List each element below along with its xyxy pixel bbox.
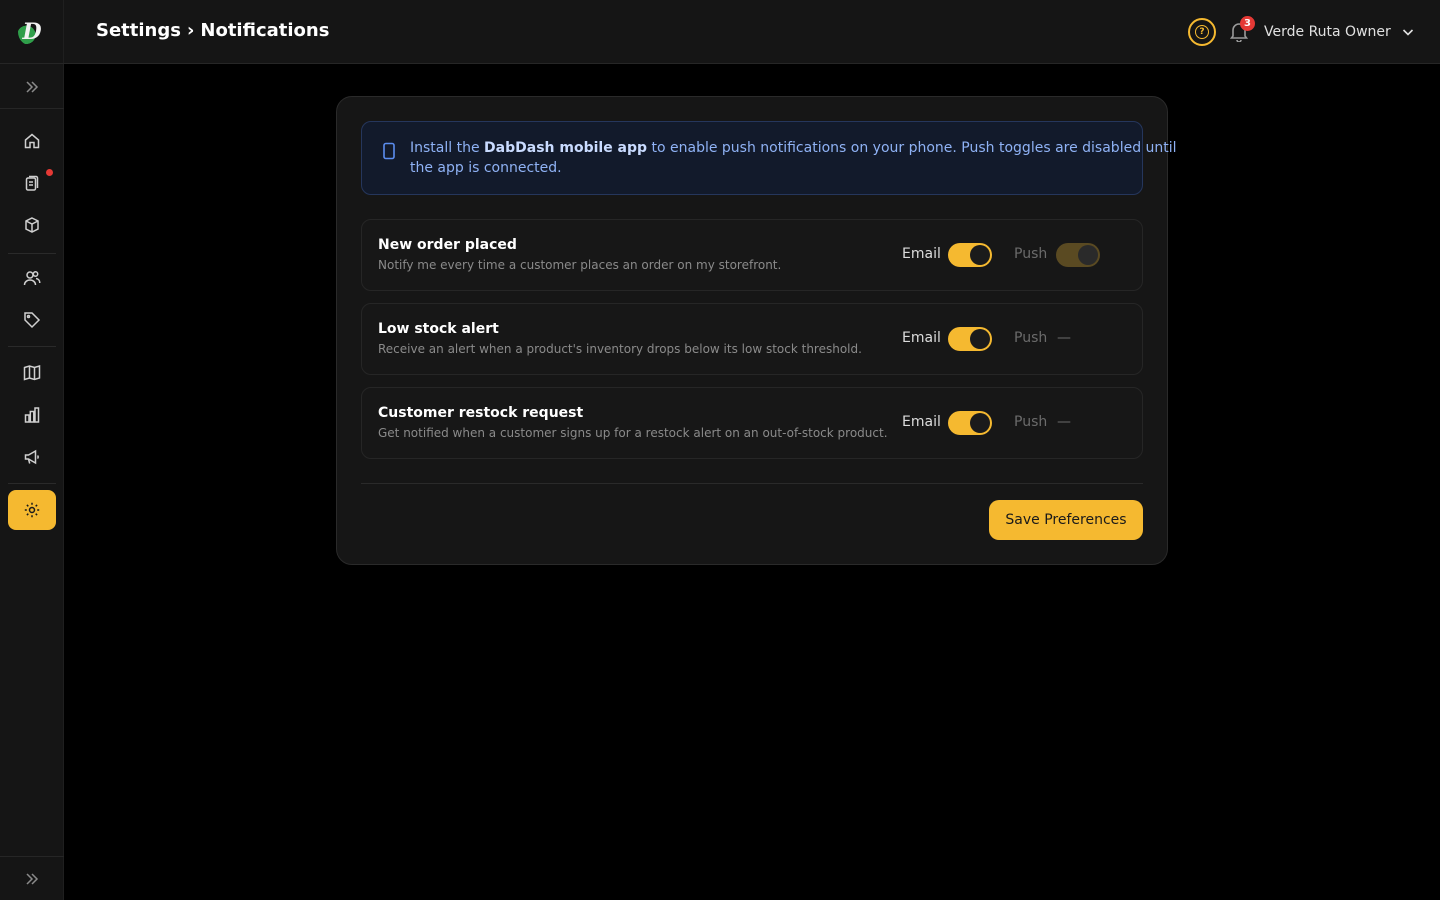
pref-row-low-stock: Low stock alert Receive an alert when a …: [361, 303, 1143, 375]
collapse-sidebar-button[interactable]: [0, 856, 64, 900]
email-label: Email: [902, 414, 941, 430]
user-menu[interactable]: Verde Ruta Owner: [1264, 20, 1415, 44]
save-preferences-button[interactable]: Save Preferences: [989, 500, 1143, 540]
megaphone-icon: [24, 449, 39, 465]
help-button[interactable]: ?: [1188, 18, 1216, 46]
push-label: Push: [1014, 414, 1048, 430]
pref-description: Receive an alert when a product's invent…: [378, 342, 862, 356]
email-label: Email: [902, 246, 941, 262]
logo-mark: D: [18, 17, 46, 46]
sidebar-item-settings[interactable]: [8, 490, 56, 530]
email-toggle-restock-request[interactable]: [948, 411, 992, 435]
users-icon: [23, 271, 41, 286]
banner-suffix: to enable push notifications on your pho…: [647, 140, 1177, 156]
phone-icon: [383, 142, 395, 160]
sidebar-item-products[interactable]: [8, 205, 56, 245]
toggle-knob: [970, 329, 990, 349]
orders-alert-dot: [46, 169, 53, 176]
notification-count-badge: 3: [1240, 16, 1255, 31]
user-name: Verde Ruta Owner: [1264, 24, 1391, 40]
email-toggle-low-stock[interactable]: [948, 327, 992, 351]
banner-line-1: Install the DabDash mobile app to enable…: [410, 138, 1177, 158]
pref-description: Get notified when a customer signs up fo…: [378, 426, 888, 440]
push-label: Push: [1014, 246, 1048, 262]
email-toggle-new-order[interactable]: [948, 243, 992, 267]
card-divider: [361, 483, 1143, 484]
app-logo[interactable]: D: [0, 0, 64, 64]
sidebar-divider: [8, 253, 56, 254]
toggle-knob: [970, 245, 990, 265]
sidebar-item-marketing[interactable]: [8, 437, 56, 477]
gear-icon: [24, 502, 40, 518]
notification-preferences-card: Install the DabDash mobile app to enable…: [336, 96, 1177, 565]
pref-title: New order placed: [378, 237, 517, 253]
mobile-app-info-banner: Install the DabDash mobile app to enable…: [361, 121, 1177, 195]
help-icon: ?: [1195, 25, 1209, 39]
push-unavailable-dash: —: [1057, 330, 1071, 346]
push-toggle-new-order: [1056, 243, 1100, 267]
top-bar: Settings › Notifications ? 3 Verde Ruta …: [64, 0, 1440, 64]
sidebar-divider: [8, 346, 56, 347]
sidebar-item-home[interactable]: [8, 121, 56, 161]
chevrons-right-icon: [26, 872, 39, 885]
breadcrumb: Settings › Notifications: [96, 20, 329, 41]
notifications-button[interactable]: 3: [1228, 16, 1255, 44]
sidebar: D: [0, 0, 64, 900]
page-title: Notifications: [200, 20, 330, 41]
sidebar-item-customers[interactable]: [8, 258, 56, 298]
app-name-link: DabDash mobile app: [484, 140, 648, 156]
box-icon: [25, 217, 39, 233]
chevron-down-icon: [1402, 29, 1413, 36]
pref-row-restock-request: Customer restock request Get notified wh…: [361, 387, 1143, 459]
pref-title: Customer restock request: [378, 405, 584, 421]
sidebar-item-orders[interactable]: [8, 163, 56, 203]
push-unavailable-dash: —: [1057, 414, 1071, 430]
breadcrumb-settings[interactable]: Settings: [96, 20, 181, 41]
bar-chart-icon: [24, 407, 40, 423]
pref-title: Low stock alert: [378, 321, 499, 337]
toggle-knob: [1078, 245, 1098, 265]
book-icon: [23, 364, 41, 381]
banner-line-2: the app is connected.: [410, 160, 562, 176]
tag-icon: [24, 312, 41, 329]
sidebar-item-analytics[interactable]: [8, 395, 56, 435]
home-icon: [24, 133, 40, 149]
banner-prefix: Install the: [410, 140, 485, 156]
sidebar-item-catalog[interactable]: [8, 353, 56, 393]
expand-sidebar-button[interactable]: [0, 65, 64, 109]
push-label: Push: [1014, 330, 1048, 346]
pref-row-new-order: New order placed Notify me every time a …: [361, 219, 1143, 291]
sidebar-item-discounts[interactable]: [8, 300, 56, 340]
breadcrumb-separator: ›: [186, 20, 195, 41]
pref-description: Notify me every time a customer places a…: [378, 258, 782, 272]
email-label: Email: [902, 330, 941, 346]
clipboard-icon: [25, 175, 39, 191]
chevrons-right-icon: [26, 80, 39, 93]
toggle-knob: [970, 413, 990, 433]
sidebar-divider: [8, 483, 56, 484]
